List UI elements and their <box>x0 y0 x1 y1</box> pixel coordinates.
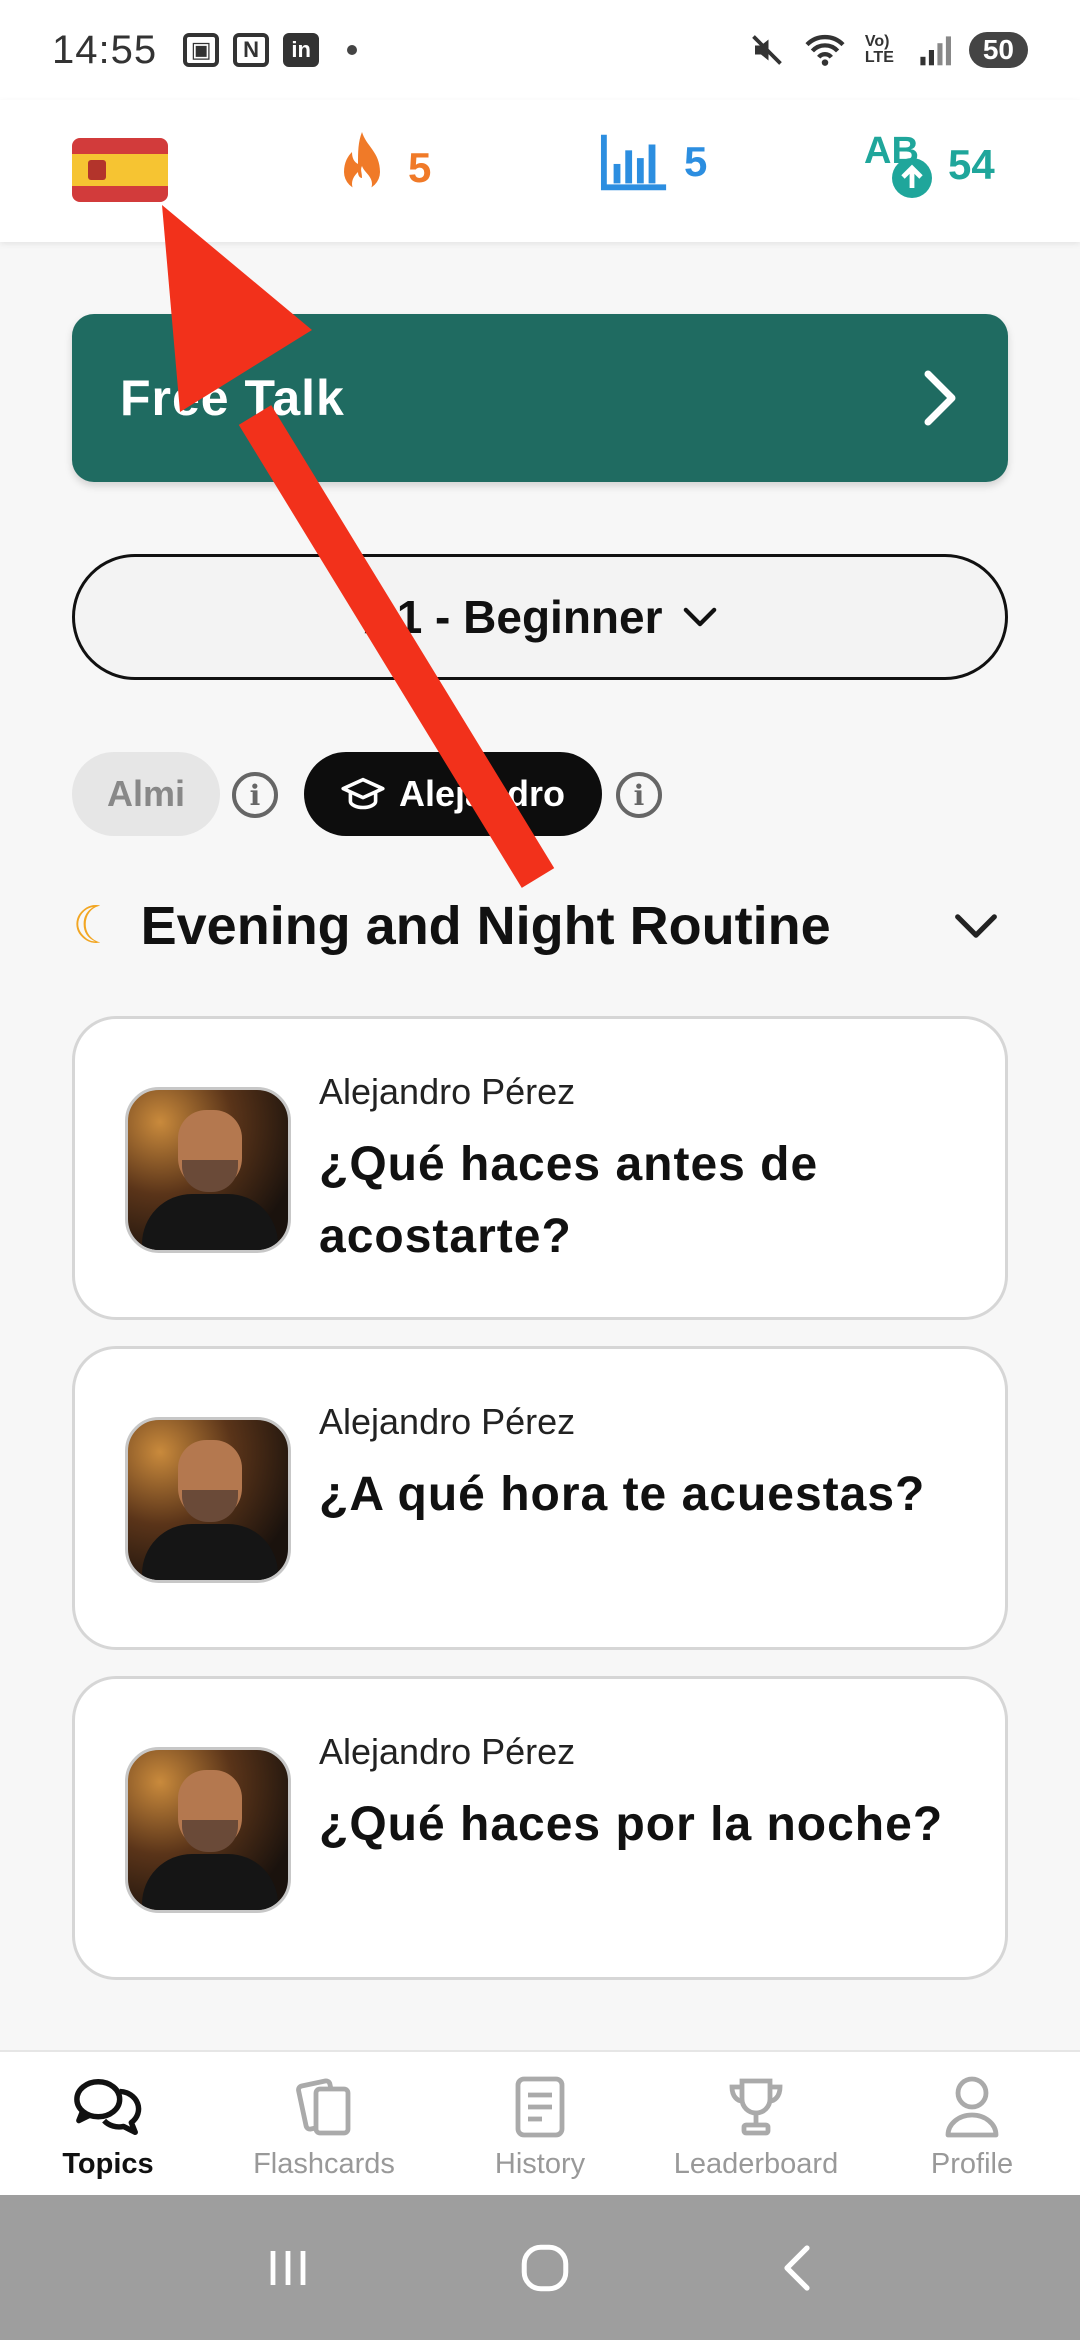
flashcards-icon <box>292 2072 356 2142</box>
more-notifications-icon <box>347 45 358 55</box>
tab-profile[interactable]: Profile <box>864 2052 1080 2195</box>
trophy-icon <box>724 2072 788 2142</box>
topic-card[interactable]: Alejandro Pérez ¿A qué hora te acuestas? <box>72 1346 1008 1650</box>
notification-icons: ▣ N in <box>183 33 358 67</box>
topic-section-header[interactable]: ☾ Evening and Night Routine <box>72 886 1008 966</box>
level-dropdown[interactable]: A1 - Beginner <box>72 554 1008 680</box>
signal-icon <box>920 36 951 66</box>
chevron-down-icon <box>955 914 997 938</box>
stats-header: 5 5 AB 54 <box>0 100 1080 242</box>
level-counter[interactable]: 5 <box>600 130 707 194</box>
tab-leaderboard-label: Leaderboard <box>673 2148 839 2180</box>
app-screen: 14:55 ▣ N in Vo) LTE 50 5 5 AB 54 Free T… <box>0 0 1080 2340</box>
topic-card[interactable]: Alejandro Pérez ¿Qué haces por la noche? <box>72 1676 1008 1980</box>
free-talk-label: Free Talk <box>120 370 345 426</box>
tutor-name: Alejandro Pérez <box>319 1071 576 1112</box>
back-icon[interactable] <box>777 2241 817 2295</box>
level-value: 5 <box>684 138 708 185</box>
crescent-moon-icon: ☾ <box>72 897 119 955</box>
document-icon <box>512 2072 568 2142</box>
streak-counter[interactable]: 5 <box>330 130 431 206</box>
home-icon[interactable] <box>518 2241 572 2295</box>
words-value: 54 <box>948 141 995 188</box>
info-icon-almi[interactable]: i <box>232 772 278 818</box>
tutor-chip-alejandro[interactable]: Alejandro <box>304 752 602 836</box>
tab-topics-label: Topics <box>62 2148 154 2180</box>
tab-history-label: History <box>494 2148 586 2180</box>
status-bar: 14:55 ▣ N in Vo) LTE 50 <box>0 0 1080 100</box>
tab-history[interactable]: History <box>432 2052 648 2195</box>
person-icon <box>942 2072 1002 2142</box>
info-icon-alejandro[interactable]: i <box>616 772 662 818</box>
chevron-down-icon <box>683 607 716 627</box>
notion-icon: N <box>233 33 270 67</box>
chevron-right-icon <box>924 370 956 426</box>
tab-topics[interactable]: Topics <box>0 2052 216 2195</box>
tab-flashcards-label: Flashcards <box>253 2148 395 2180</box>
system-icons: Vo) LTE 50 <box>749 32 1028 68</box>
words-upgrade-icon: AB <box>864 130 934 200</box>
system-navigation-bar <box>0 2195 1080 2340</box>
topic-question: ¿Qué haces antes de acostarte? <box>319 1138 819 1263</box>
tutor-avatar <box>125 1087 291 1253</box>
recent-apps-icon[interactable] <box>263 2243 313 2293</box>
wifi-icon <box>805 34 845 66</box>
free-talk-button[interactable]: Free Talk <box>72 314 1008 482</box>
bottom-tab-bar: Topics Flashcards History Leaderboard Pr… <box>0 2050 1080 2195</box>
chat-bubbles-icon <box>73 2072 143 2142</box>
tutor-name: Alejandro Pérez <box>319 1731 576 1772</box>
tutor-avatar <box>125 1417 291 1583</box>
volte-label: Vo) LTE <box>864 33 894 66</box>
words-counter[interactable]: AB 54 <box>864 130 995 200</box>
screenshot-icon: ▣ <box>183 33 220 67</box>
battery-indicator: 50 <box>968 32 1028 68</box>
spain-flag-icon[interactable] <box>72 138 168 202</box>
tutor-chip-almi-label: Almi <box>106 773 185 814</box>
tab-flashcards[interactable]: Flashcards <box>216 2052 432 2195</box>
section-title: Evening and Night Routine <box>140 896 831 956</box>
tab-profile-label: Profile <box>930 2148 1014 2180</box>
tutor-chip-alejandro-label: Alejandro <box>398 773 566 814</box>
tutor-chip-almi[interactable]: Almi <box>72 752 220 836</box>
topic-question: ¿A qué hora te acuestas? <box>319 1468 926 1521</box>
topic-card[interactable]: Alejandro Pérez ¿Qué haces antes de acos… <box>72 1016 1008 1320</box>
tutor-name: Alejandro Pérez <box>319 1401 576 1442</box>
tab-leaderboard[interactable]: Leaderboard <box>648 2052 864 2195</box>
linkedin-icon: in <box>283 33 320 67</box>
status-time: 14:55 <box>52 27 158 72</box>
tutor-avatar <box>125 1747 291 1913</box>
graduation-cap-icon <box>341 777 385 810</box>
bar-chart-icon <box>600 134 667 191</box>
streak-value: 5 <box>408 144 432 191</box>
mute-icon <box>752 35 782 65</box>
level-dropdown-value: A1 - Beginner <box>363 591 663 643</box>
flame-icon <box>344 132 380 194</box>
topic-question: ¿Qué haces por la noche? <box>319 1798 944 1851</box>
